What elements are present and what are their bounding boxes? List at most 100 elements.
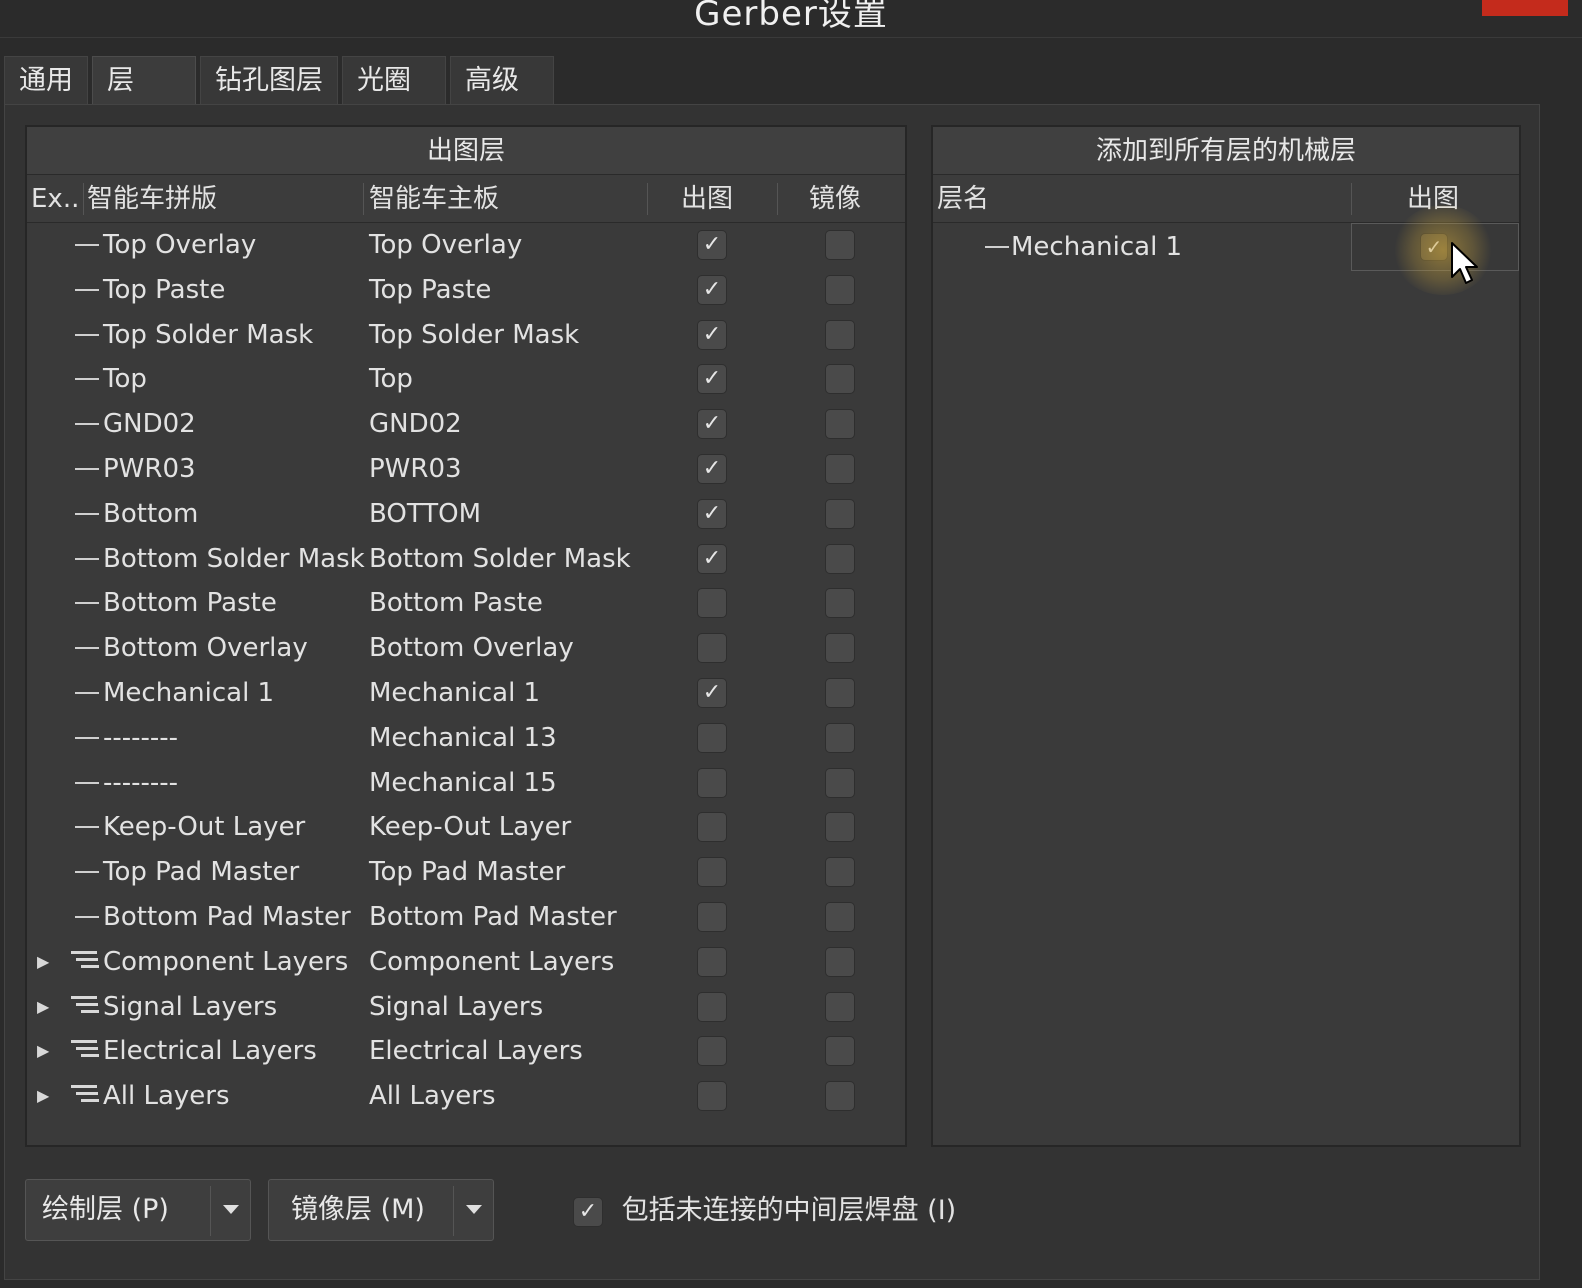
mirror-checkbox[interactable]: [825, 1081, 855, 1112]
table-row[interactable]: Bottom BOTTOM ✓: [27, 492, 905, 537]
panel-layer-name: Top Solder Mask: [103, 319, 314, 350]
mirror-checkbox[interactable]: [825, 274, 855, 305]
mirror-checkbox[interactable]: [825, 230, 855, 260]
check-icon: ✓: [702, 545, 722, 571]
board-layer-name: Mechanical 15: [369, 767, 557, 798]
col-panel-board[interactable]: 智能车拼版: [87, 175, 357, 223]
chevron-down-icon[interactable]: [466, 1205, 482, 1214]
plot-checkbox[interactable]: ✓: [697, 364, 727, 395]
tab-advanced[interactable]: 高级: [450, 56, 554, 106]
include-unconnected-pads-checkbox[interactable]: ✓: [573, 1197, 603, 1227]
mirror-checkbox[interactable]: [825, 767, 855, 798]
mirror-checkbox[interactable]: [825, 722, 855, 753]
plot-layers-panel: 出图层 Ex... 智能车拼版 智能车主板 出图 镜像 Top OverlayT…: [25, 125, 907, 1147]
mirror-checkbox[interactable]: [825, 319, 855, 350]
plot-checkbox[interactable]: [697, 722, 727, 753]
plot-checkbox[interactable]: [697, 588, 727, 619]
table-row[interactable]: GND02 GND02 ✓: [27, 402, 905, 447]
mirror-checkbox[interactable]: [825, 588, 855, 619]
expand-arrow-icon[interactable]: ▶: [37, 1029, 49, 1074]
mirror-checkbox[interactable]: [825, 364, 855, 395]
plot-checkbox[interactable]: ✓: [697, 409, 727, 440]
expand-arrow-icon[interactable]: ▶: [37, 1074, 49, 1119]
table-row[interactable]: Mechanical 1 Mechanical 1 ✓: [27, 671, 905, 716]
title-bar: Gerber设置: [0, 0, 1582, 38]
col-plot[interactable]: 出图: [1407, 175, 1497, 223]
table-row[interactable]: Bottom Pad Master Bottom Pad Master: [27, 895, 905, 940]
table-row[interactable]: Top Paste Top Paste ✓: [27, 268, 905, 313]
plot-checkbox[interactable]: ✓: [697, 453, 727, 484]
include-unconnected-pads-option[interactable]: ✓ 包括未连接的中间层焊盘 (I): [573, 1193, 956, 1229]
mirror-checkbox[interactable]: [825, 812, 855, 843]
chevron-down-icon[interactable]: [223, 1205, 239, 1214]
plot-checkbox[interactable]: ✓: [697, 498, 727, 529]
mirror-checkbox[interactable]: [825, 991, 855, 1022]
mirror-layers-label: 镜像层 (M): [291, 1194, 425, 1225]
mirror-checkbox[interactable]: [825, 498, 855, 529]
list-item[interactable]: Mechanical 1 ✓: [933, 205, 1519, 295]
table-row[interactable]: Bottom Overlay Bottom Overlay: [27, 626, 905, 671]
plot-checkbox[interactable]: [697, 901, 727, 932]
mirror-checkbox[interactable]: [825, 409, 855, 440]
plot-checkbox[interactable]: ✓: [697, 319, 727, 350]
window-title: Gerber设置: [694, 0, 888, 34]
col-main-board[interactable]: 智能车主板: [369, 175, 639, 223]
mirror-checkbox[interactable]: [825, 677, 855, 708]
plot-checkbox[interactable]: [697, 946, 727, 977]
tab-general[interactable]: 通用: [4, 56, 88, 106]
table-row[interactable]: PWR03 PWR03 ✓: [27, 447, 905, 492]
plot-checkbox[interactable]: [697, 991, 727, 1022]
table-row[interactable]: Top Top ✓: [27, 357, 905, 402]
plot-checkbox[interactable]: [697, 812, 727, 843]
board-layer-name: Bottom Overlay: [369, 633, 574, 664]
expand-arrow-icon[interactable]: ▶: [37, 940, 49, 985]
plot-checkbox[interactable]: ✓: [697, 274, 727, 305]
col-mirror[interactable]: 镜像: [809, 175, 889, 223]
tree-line-icon: [75, 378, 99, 381]
mirror-checkbox[interactable]: [825, 946, 855, 977]
table-row[interactable]: Bottom Solder Mask Bottom Solder Mask ✓: [27, 537, 905, 582]
tab-apertures[interactable]: 光圈: [342, 56, 446, 106]
col-extension[interactable]: Ex...: [31, 175, 81, 223]
mirror-checkbox[interactable]: [825, 633, 855, 664]
mirror-checkbox[interactable]: [825, 857, 855, 888]
board-layer-name: Component Layers: [369, 946, 615, 977]
mirror-checkbox[interactable]: [825, 543, 855, 574]
mirror-checkbox[interactable]: [825, 1036, 855, 1067]
table-row[interactable]: ▶ Electrical Layers Electrical Layers: [27, 1029, 905, 1074]
table-row[interactable]: Top Pad Master Top Pad Master: [27, 850, 905, 895]
expand-arrow-icon[interactable]: ▶: [37, 985, 49, 1030]
board-layer-name: Keep-Out Layer: [369, 812, 572, 843]
mirror-checkbox[interactable]: [825, 453, 855, 484]
mirror-checkbox[interactable]: [825, 901, 855, 932]
plot-checkbox[interactable]: [697, 767, 727, 798]
table-row[interactable]: -------- Mechanical 13: [27, 716, 905, 761]
table-row[interactable]: ▶ Signal Layers Signal Layers: [27, 985, 905, 1030]
col-plot[interactable]: 出图: [681, 175, 761, 223]
plot-checkbox[interactable]: [697, 1081, 727, 1112]
plot-checkbox[interactable]: ✓: [697, 230, 727, 260]
plot-checkbox[interactable]: ✓: [1420, 233, 1448, 261]
plot-checkbox[interactable]: [697, 1036, 727, 1067]
table-row[interactable]: ▶ All Layers All Layers: [27, 1074, 905, 1119]
table-row[interactable]: Keep-Out Layer Keep-Out Layer: [27, 805, 905, 850]
table-row[interactable]: ▶ Component Layers Component Layers: [27, 940, 905, 985]
table-row[interactable]: Bottom Paste Bottom Paste: [27, 581, 905, 626]
plot-checkbox[interactable]: [697, 857, 727, 888]
check-icon: ✓: [702, 366, 722, 392]
col-layer-name[interactable]: 层名: [937, 175, 1237, 223]
plot-layers-button[interactable]: 绘制层 (P): [25, 1179, 251, 1241]
table-row[interactable]: -------- Mechanical 15: [27, 761, 905, 806]
mirror-layers-button[interactable]: 镜像层 (M): [268, 1179, 494, 1241]
table-row[interactable]: Top Overlay Top Overlay ✓: [27, 223, 905, 268]
mechanical-layers-panel: 添加到所有层的机械层 层名 出图 Mechanical 1 ✓: [931, 125, 1521, 1147]
plot-checkbox[interactable]: ✓: [697, 543, 727, 574]
panel-layer-name: Top Overlay: [103, 230, 257, 260]
panel-layer-name: --------: [103, 767, 179, 798]
close-button[interactable]: [1482, 0, 1568, 16]
plot-checkbox[interactable]: [697, 633, 727, 664]
tab-drill-drawing[interactable]: 钻孔图层: [200, 56, 338, 106]
tab-layers[interactable]: 层: [92, 56, 196, 106]
table-row[interactable]: Top Solder Mask Top Solder Mask ✓: [27, 313, 905, 358]
plot-checkbox[interactable]: ✓: [697, 677, 727, 708]
